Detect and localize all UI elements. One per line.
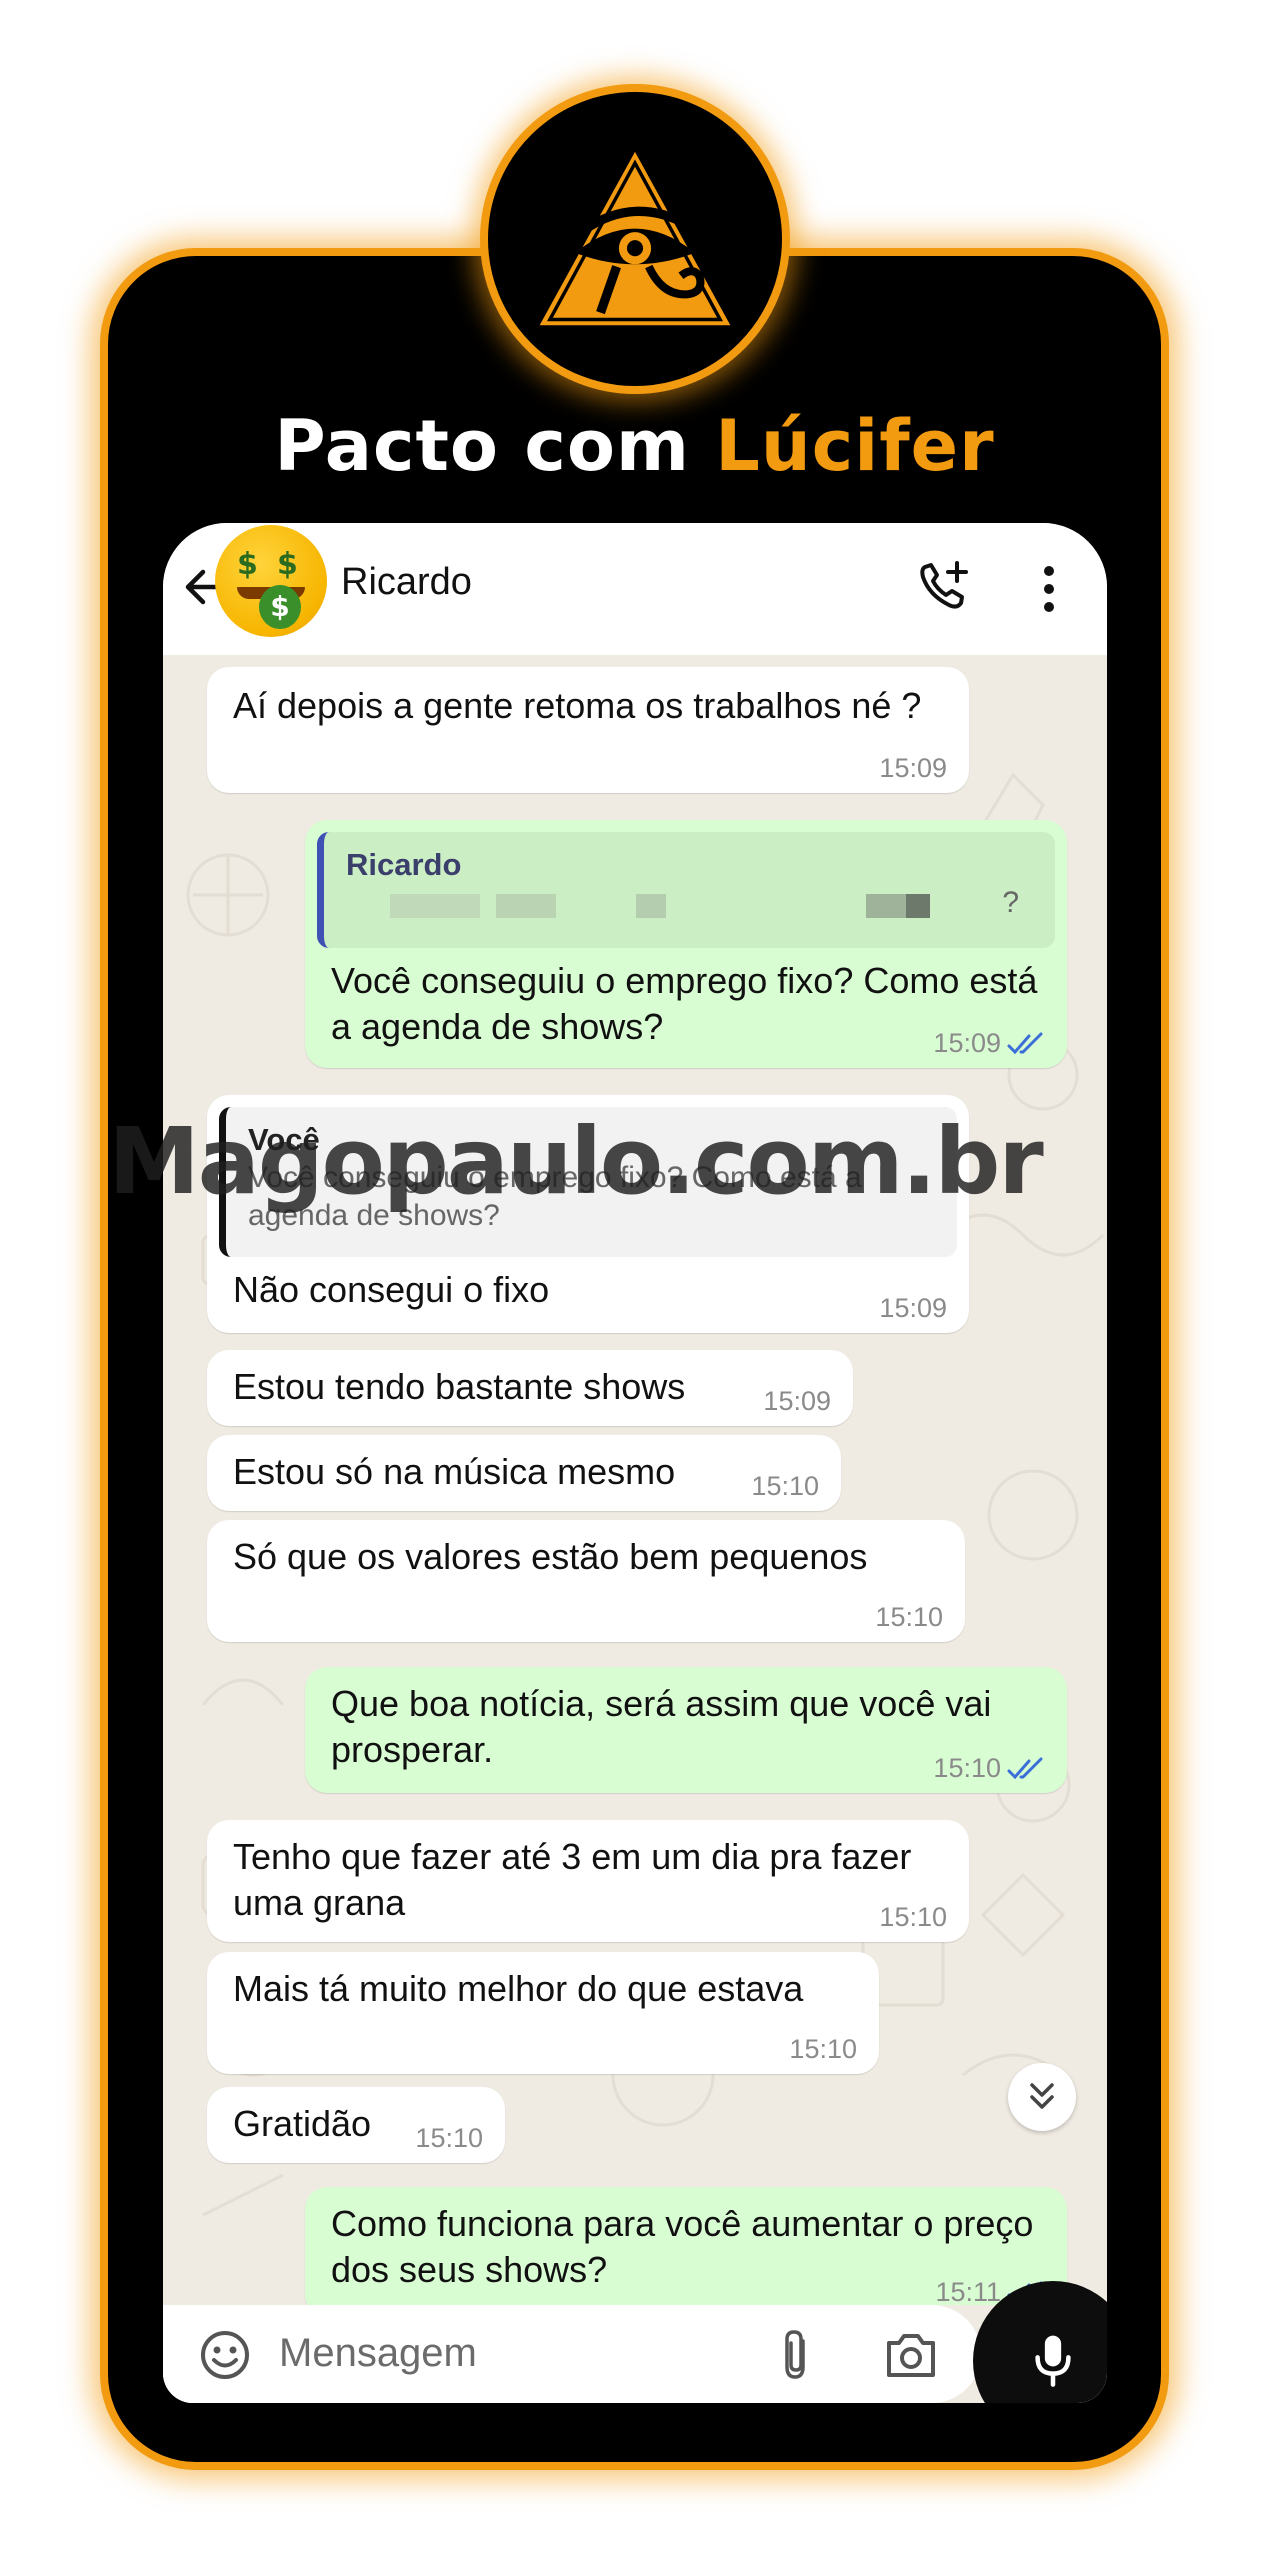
microphone-icon bbox=[1035, 2335, 1071, 2387]
message-incoming[interactable]: Você Você conseguiu o emprego fixo? Como… bbox=[207, 1095, 969, 1333]
double-check-read-icon bbox=[1007, 1757, 1043, 1780]
message-time: 15:09 bbox=[933, 1028, 1001, 1058]
quote-author: Ricardo bbox=[346, 847, 462, 882]
title-prefix: Pacto com bbox=[274, 405, 716, 487]
eye-of-horus-pyramid-icon bbox=[527, 137, 743, 333]
quote-text-redacted: ? bbox=[346, 884, 1035, 922]
scroll-to-bottom-button[interactable] bbox=[1008, 2063, 1076, 2131]
message-time: 15:10 bbox=[875, 1602, 943, 1632]
message-text: Estou só na música mesmo bbox=[233, 1451, 676, 1492]
composer-input-bar bbox=[163, 2305, 981, 2403]
message-text: Estou tendo bastante shows bbox=[233, 1366, 686, 1407]
message-text: Aí depois a gente retoma os trabalhos né… bbox=[233, 685, 922, 726]
message-time: 15:11 bbox=[935, 2277, 1001, 2305]
camera-icon[interactable] bbox=[883, 2329, 939, 2381]
title-accent: Lúcifer bbox=[715, 405, 995, 487]
add-call-icon[interactable] bbox=[915, 559, 971, 615]
emoji-icon[interactable] bbox=[199, 2329, 251, 2381]
double-chevron-down-icon bbox=[1030, 2083, 1054, 2109]
quote-author: Você bbox=[248, 1122, 320, 1157]
message-list[interactable]: Aí depois a gente retoma os trabalhos né… bbox=[163, 655, 1107, 2305]
message-input[interactable] bbox=[279, 2325, 719, 2381]
message-outgoing[interactable]: Que boa notícia, será assim que você vai… bbox=[305, 1667, 1067, 1793]
message-incoming[interactable]: Tenho que fazer até 3 em um dia pra faze… bbox=[207, 1820, 969, 1942]
message-incoming[interactable]: Só que os valores estão bem pequenos 15:… bbox=[207, 1520, 965, 1642]
message-outgoing[interactable]: Ricardo ? Você conseguiu o emprego fixo?… bbox=[305, 820, 1067, 1068]
message-time: 15:10 bbox=[789, 2034, 857, 2064]
logo-badge bbox=[480, 84, 790, 394]
message-incoming[interactable]: Estou só na música mesmo 15:10 bbox=[207, 1435, 841, 1511]
reply-quote[interactable]: Ricardo ? bbox=[317, 832, 1055, 948]
quote-text: Você conseguiu o emprego fixo? Como está… bbox=[248, 1161, 862, 1232]
message-text: Não consegui o fixo bbox=[233, 1269, 550, 1310]
message-text: Só que os valores estão bem pequenos bbox=[233, 1536, 868, 1577]
message-time: 15:09 bbox=[763, 1386, 831, 1416]
chat-screen: $ $ $ Ricardo Aí depois a gente retoma o… bbox=[163, 523, 1107, 2403]
page-title: Pacto com Lúcifer bbox=[100, 405, 1169, 487]
message-outgoing[interactable]: Como funciona para você aumentar o preço… bbox=[305, 2187, 1067, 2305]
message-composer bbox=[163, 2281, 1107, 2403]
contact-name[interactable]: Ricardo bbox=[341, 561, 472, 604]
quote-text: ? bbox=[1002, 886, 1019, 919]
message-time: 15:10 bbox=[415, 2123, 483, 2153]
paperclip-icon[interactable] bbox=[775, 2327, 815, 2383]
more-vert-icon[interactable] bbox=[1039, 561, 1059, 617]
dollar-eye-left-icon: $ bbox=[237, 547, 258, 582]
message-time: 15:10 bbox=[751, 1471, 819, 1501]
message-time: 15:10 bbox=[933, 1753, 1001, 1783]
message-incoming[interactable]: Mais tá muito melhor do que estava 15:10 bbox=[207, 1952, 879, 2074]
message-incoming[interactable]: Aí depois a gente retoma os trabalhos né… bbox=[207, 667, 969, 793]
message-text: Mais tá muito melhor do que estava bbox=[233, 1968, 804, 2009]
message-incoming[interactable]: Estou tendo bastante shows 15:09 bbox=[207, 1350, 853, 1426]
double-check-read-icon bbox=[1007, 1032, 1043, 1055]
message-time: 15:09 bbox=[879, 753, 947, 783]
dollar-eye-right-icon: $ bbox=[277, 547, 298, 582]
message-time: 15:09 bbox=[879, 1293, 947, 1323]
dollar-tongue-icon: $ bbox=[259, 585, 301, 629]
avatar[interactable]: $ $ $ bbox=[215, 525, 327, 637]
message-text: Tenho que fazer até 3 em um dia pra faze… bbox=[233, 1836, 912, 1923]
message-incoming[interactable]: Gratidão 15:10 bbox=[207, 2087, 505, 2163]
chat-header: $ $ $ Ricardo bbox=[163, 523, 1107, 655]
reply-quote[interactable]: Você Você conseguiu o emprego fixo? Como… bbox=[219, 1107, 957, 1257]
message-time: 15:10 bbox=[879, 1902, 947, 1932]
